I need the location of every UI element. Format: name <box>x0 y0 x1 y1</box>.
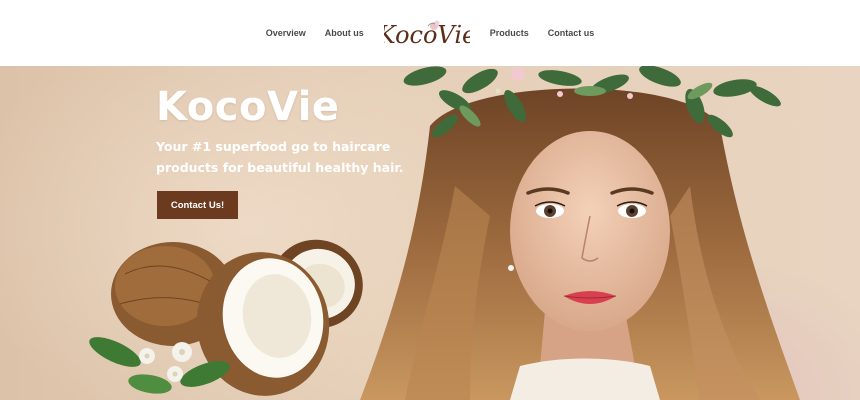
coconut-halves-with-flowers-image <box>89 239 363 396</box>
brand-logo-link[interactable]: KocoVie <box>384 13 470 53</box>
hero-banner: KocoVie Your #1 superfood go to haircare… <box>0 66 860 400</box>
contact-us-button[interactable]: Contact Us! <box>157 191 238 219</box>
hero-title: KocoVie <box>156 84 340 130</box>
nav-link-contact-us[interactable]: Contact us <box>548 28 595 38</box>
nav-left-group: Overview About us <box>266 28 364 38</box>
nav-link-overview[interactable]: Overview <box>266 28 306 38</box>
top-navigation: Overview About us KocoVie Products Conta… <box>0 0 860 66</box>
nav-link-about-us[interactable]: About us <box>325 28 364 38</box>
logo-wordmark: KocoVie <box>384 21 470 49</box>
nav-right-group: Products Contact us <box>490 28 595 38</box>
nav-link-products[interactable]: Products <box>490 28 529 38</box>
kocovie-logo: KocoVie <box>384 20 470 49</box>
hero-tagline: Your #1 superfood go to haircare product… <box>156 139 404 175</box>
